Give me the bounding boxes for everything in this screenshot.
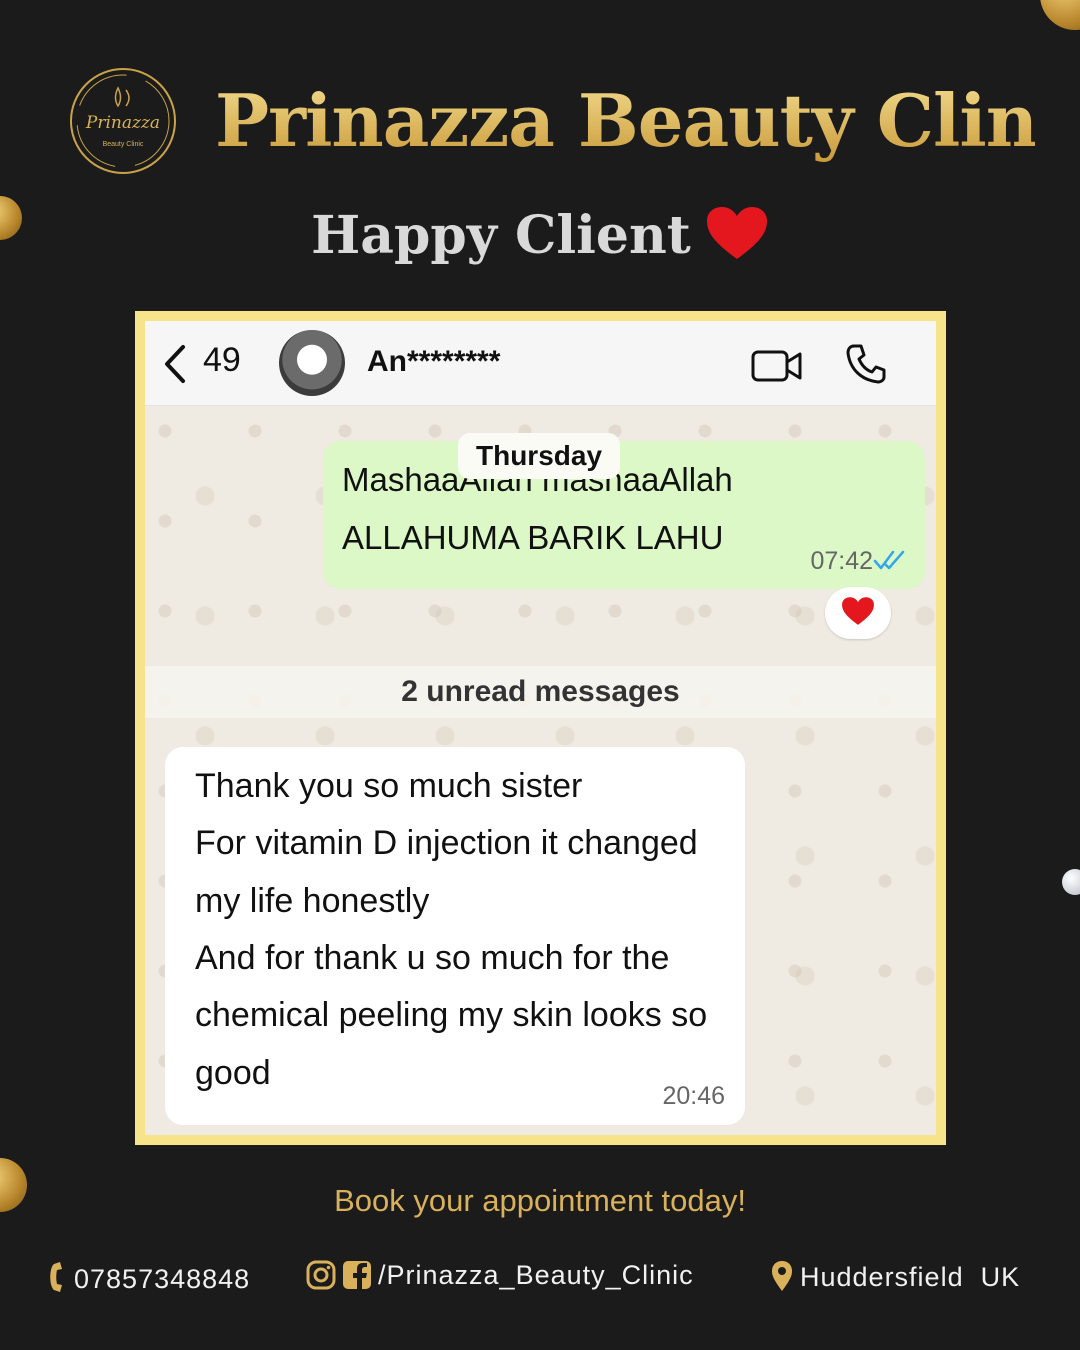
read-receipt-icon bbox=[873, 550, 905, 570]
svg-text:Beauty Clinic: Beauty Clinic bbox=[103, 141, 144, 148]
heart-icon bbox=[706, 207, 767, 259]
unread-chats-count[interactable]: 49 bbox=[203, 341, 241, 380]
phone-icon bbox=[50, 1262, 62, 1292]
heart-reaction-icon bbox=[842, 597, 874, 625]
day-separator: Thursday bbox=[458, 433, 621, 479]
avatar[interactable] bbox=[279, 330, 345, 396]
message-line: chemical peeling my skin looks so bbox=[195, 996, 708, 1034]
contact-name[interactable]: An******** bbox=[367, 345, 500, 379]
message-line: good bbox=[195, 1054, 271, 1092]
footer-phone[interactable]: 07857348848 bbox=[46, 1260, 250, 1295]
instagram-icon bbox=[306, 1260, 336, 1290]
brand-logo: Prinazza Beauty Clinic bbox=[70, 68, 176, 174]
message-reaction[interactable] bbox=[825, 587, 891, 639]
message-line: Thank you so much sister bbox=[195, 767, 583, 805]
footer-social[interactable]: /Prinazza_Beauty_Clinic bbox=[306, 1260, 694, 1291]
svg-text:Prinazza: Prinazza bbox=[85, 113, 160, 133]
message-line: my life honestly bbox=[195, 882, 430, 920]
phone-number: 07857348848 bbox=[74, 1264, 251, 1294]
screenshot-frame: 49 An******** MashaaAllah mashaaAllah AL… bbox=[135, 311, 946, 1145]
facebook-icon bbox=[343, 1261, 371, 1289]
subtitle-text: Happy Client bbox=[311, 205, 691, 266]
unread-banner: 2 unread messages bbox=[145, 666, 936, 718]
message-time: 20:46 bbox=[662, 1082, 725, 1110]
page-subtitle: Happy Client bbox=[0, 205, 1080, 266]
brand-title: Prinazza Beauty Clinic bbox=[215, 78, 1080, 163]
location-text: Huddersfield UK bbox=[800, 1262, 1021, 1292]
call-to-action: Book your appointment today! bbox=[334, 1183, 746, 1218]
message-line: And for thank u so much for the bbox=[195, 939, 670, 977]
message-line: For vitamin D injection it changed bbox=[195, 824, 698, 862]
back-chevron-icon[interactable] bbox=[159, 343, 189, 385]
incoming-message[interactable]: Thank you so much sister For vitamin D i… bbox=[165, 747, 745, 1125]
outgoing-message[interactable]: MashaaAllah mashaaAllah ALLAHUMA BARIK L… bbox=[323, 441, 925, 589]
message-time: 07:42 bbox=[810, 547, 873, 575]
decorative-dot bbox=[1062, 869, 1080, 895]
social-handle: /Prinazza_Beauty_Clinic bbox=[378, 1260, 694, 1290]
video-call-icon[interactable] bbox=[751, 349, 803, 383]
phone-call-icon[interactable] bbox=[845, 343, 887, 385]
message-line: ALLAHUMA BARIK LAHU bbox=[342, 519, 724, 556]
chat-screen: 49 An******** MashaaAllah mashaaAllah AL… bbox=[145, 321, 936, 1135]
chat-header: 49 An******** bbox=[145, 321, 936, 406]
location-pin-icon bbox=[772, 1261, 792, 1291]
decorative-dot bbox=[1040, 0, 1080, 30]
footer-location[interactable]: Huddersfield UK bbox=[770, 1260, 1020, 1293]
